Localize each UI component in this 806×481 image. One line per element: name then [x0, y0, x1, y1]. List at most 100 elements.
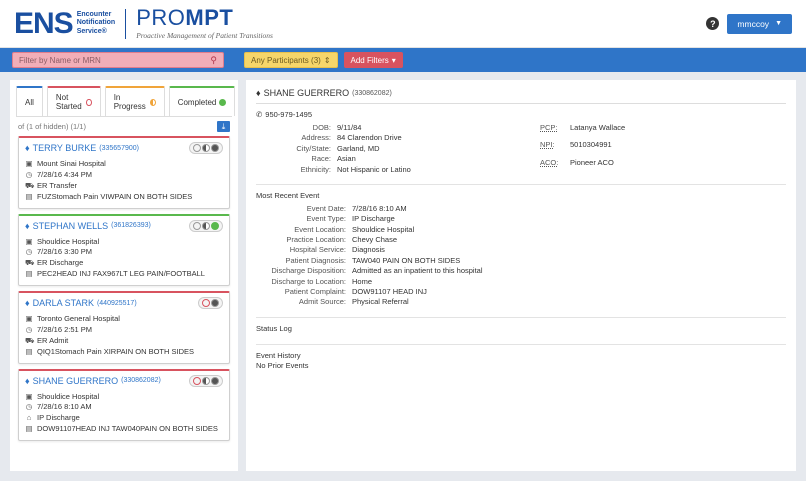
- building-icon: ▣: [25, 236, 33, 246]
- event-text: ER Discharge: [37, 258, 84, 268]
- prompt-logo-name: PROMPT: [136, 7, 273, 29]
- pcp-label: PCP:: [540, 123, 558, 132]
- recent-event-section: Most Recent Event Event Date: 7/28/16 8:1…: [256, 183, 786, 307]
- status-completed-toggle[interactable]: [211, 221, 219, 230]
- diagnosis-line: ▤ PEC2HEAD INJ FAX967LT LEG PAIN/FOOTBALL: [25, 269, 223, 280]
- address-label: Address:: [301, 133, 331, 143]
- tab-in-progress[interactable]: In Progress: [104, 86, 165, 116]
- status-log-section: Status Log: [256, 316, 786, 334]
- event-type-value: IP Discharge: [352, 214, 395, 224]
- status-in-progress-toggle[interactable]: [202, 376, 210, 385]
- event-history-title: Event History: [256, 350, 301, 360]
- patient-card[interactable]: ♦ TERRY BURKE (335657900) ▣ Mount Sinai H…: [18, 136, 230, 209]
- facility-text: Toronto General Hospital: [37, 314, 120, 323]
- status-not-started-toggle[interactable]: [202, 299, 210, 307]
- add-filters-label: Add Filters: [350, 55, 389, 65]
- status-controls: [189, 142, 223, 154]
- patient-mrn: (361826393): [111, 222, 151, 229]
- hospital-service-value: Diagnosis: [352, 245, 385, 255]
- participants-label: Any Participants (3): [251, 55, 321, 65]
- status-controls: [189, 374, 223, 387]
- patient-card-selected[interactable]: ♦ SHANE GUERRERO (330862082) ▣ Shouldice …: [18, 368, 230, 441]
- detail-patient-name: SHANE GUERRERO: [263, 88, 350, 98]
- tab-label: Completed: [177, 97, 217, 107]
- phone-number[interactable]: 950-979-1495: [265, 110, 312, 119]
- patient-name[interactable]: ♦ TERRY BURKE (335657900): [25, 143, 139, 153]
- providers: PCP: Latanya Wallace NPI: 5010304991 ACO: P…: [540, 123, 625, 174]
- clipboard-icon: ▤: [25, 424, 33, 434]
- status-not-started-toggle[interactable]: [193, 221, 201, 230]
- hospital-service-label: Hospital Service:: [289, 245, 346, 255]
- participants-dropdown[interactable]: Any Participants (3) ⇕: [244, 52, 338, 68]
- person-icon: ♦: [25, 298, 30, 308]
- logo-sub-line: Service®: [76, 27, 107, 35]
- user-menu-button[interactable]: mmccoy ▼: [727, 13, 792, 34]
- list-toolbar: of (1 of hidden) (1/1) ⤓: [16, 117, 232, 136]
- card-head: ♦ STEPHAN WELLS (361826393): [25, 219, 223, 232]
- datetime-text: 7/28/16 4:34 PM: [37, 169, 93, 179]
- pcp-value: Latanya Wallace: [570, 123, 626, 132]
- event-date-label: Event Date:: [306, 203, 346, 213]
- person-icon: ♦: [25, 220, 30, 231]
- prompt-logo: PROMPT Proactive Management of Patient T…: [136, 7, 273, 41]
- dob-value: 9/11/84: [337, 123, 362, 132]
- patient-diagnosis-value: TAW040 PAIN ON BOTH SIDES: [352, 255, 461, 265]
- caret-down-icon: ▾: [391, 55, 396, 65]
- status-not-started-toggle[interactable]: [193, 144, 201, 152]
- event-type-label: Event Type:: [306, 214, 346, 224]
- event-text: IP Discharge: [37, 413, 80, 423]
- race-label: Race:: [311, 154, 331, 164]
- download-icon[interactable]: ⤓: [217, 121, 230, 132]
- filter-bar: ⚲ Any Participants (3) ⇕ Add Filters ▾: [0, 48, 806, 72]
- event-line: ⛟ ER Discharge: [25, 258, 223, 269]
- diagnosis-text: QIQ1Stomach Pain XIRPAIN ON BOTH SIDES: [37, 346, 194, 356]
- datetime-line: ◷ 7/28/16 3:30 PM: [25, 247, 223, 258]
- patient-name[interactable]: ♦ STEPHAN WELLS (361826393): [25, 221, 151, 231]
- datetime-line: ◷ 7/28/16 2:51 PM: [25, 325, 223, 336]
- diagnosis-line: ▤ FUZStomach Pain VIWPAIN ON BOTH SIDES: [25, 192, 223, 203]
- patient-mrn: (335657900): [99, 144, 139, 152]
- search-icon[interactable]: ⚲: [210, 55, 217, 66]
- dob-label: DOB:: [312, 123, 331, 132]
- patient-list: ♦ TERRY BURKE (335657900) ▣ Mount Sinai H…: [16, 136, 232, 471]
- aco-label: ACO:: [540, 157, 559, 167]
- question-circle-icon[interactable]: ?: [706, 17, 720, 30]
- status-not-started-toggle[interactable]: [193, 376, 201, 385]
- ambulance-icon: ⛟: [25, 258, 35, 268]
- prompt-logo-pre: PRO: [136, 5, 186, 30]
- ethnicity-label: Ethnicity:: [300, 164, 331, 174]
- patient-name-text: SHANE GUERRERO: [32, 375, 119, 386]
- patient-card[interactable]: ♦ STEPHAN WELLS (361826393) ▣ Shouldice H…: [18, 213, 230, 286]
- status-log-title: Status Log: [256, 323, 292, 333]
- status-completed-toggle[interactable]: [211, 299, 219, 307]
- event-location-label: Event Location:: [294, 224, 346, 234]
- search-box[interactable]: ⚲: [12, 52, 224, 68]
- status-in-progress-toggle[interactable]: [202, 144, 210, 152]
- phone-icon: ✆: [256, 110, 263, 119]
- clipboard-icon: ▤: [25, 346, 33, 356]
- patient-name-text: TERRY BURKE: [32, 143, 97, 153]
- address-value: 84 Clarendon Drive: [337, 133, 402, 143]
- diagnosis-text: DOW91107HEAD INJ TAW040PAIN ON BOTH SIDE…: [37, 424, 218, 434]
- patient-card[interactable]: ♦ DARLA STARK (440925517) ▣ Toronto Gener…: [18, 291, 230, 364]
- clock-icon: ◷: [25, 324, 33, 334]
- add-filters-button[interactable]: Add Filters ▾: [343, 52, 403, 68]
- tab-not-started[interactable]: Not Started: [46, 86, 101, 116]
- status-controls: [189, 219, 223, 232]
- app-header: ENS Encounter Notification Service® PROM…: [0, 0, 806, 48]
- patient-name[interactable]: ♦ SHANE GUERRERO (330862082): [25, 376, 161, 386]
- status-completed-toggle[interactable]: [211, 376, 219, 385]
- tab-completed[interactable]: Completed: [168, 86, 236, 116]
- card-head: ♦ SHANE GUERRERO (330862082): [25, 374, 223, 387]
- tab-label: Not Started: [55, 93, 82, 111]
- patient-name-text: STEPHAN WELLS: [32, 220, 109, 231]
- tab-all[interactable]: All: [16, 86, 43, 116]
- patient-name[interactable]: ♦ DARLA STARK (440925517): [25, 298, 137, 308]
- prompt-logo-bold: MPT: [185, 5, 234, 30]
- facility-line: ▣ Mount Sinai Hospital: [25, 159, 223, 170]
- status-in-progress-toggle[interactable]: [202, 221, 210, 230]
- diagnosis-text: PEC2HEAD INJ FAX967LT LEG PAIN/FOOTBALL: [37, 269, 205, 279]
- ens-logo-subtitle: Encounter Notification Service®: [77, 11, 116, 35]
- search-input[interactable]: [19, 55, 211, 65]
- status-completed-toggle[interactable]: [211, 144, 219, 152]
